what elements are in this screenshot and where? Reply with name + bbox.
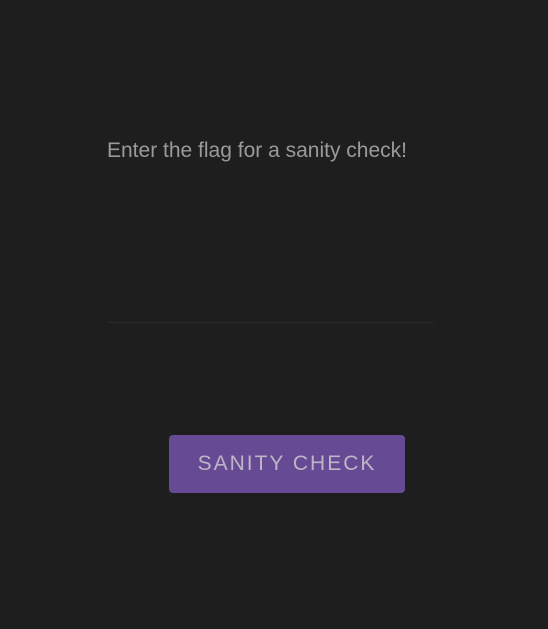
flag-input[interactable] xyxy=(108,280,434,323)
sanity-check-button[interactable]: SANITY CHECK xyxy=(169,435,405,493)
prompt-label: Enter the flag for a sanity check! xyxy=(107,139,407,162)
